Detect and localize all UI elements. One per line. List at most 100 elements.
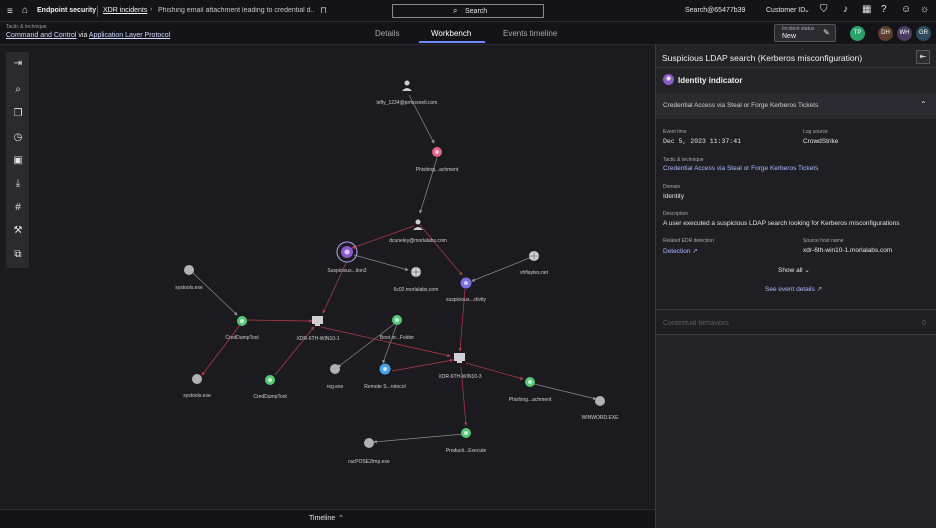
node-reg-exe[interactable]: reg.exe — [327, 364, 344, 390]
node-suspicious-selected[interactable]: Suspicious...tion3 — [327, 241, 367, 274]
incident-status-select[interactable]: Incident status New ✎ — [774, 24, 836, 42]
timeline-bar[interactable]: Timeline ⌃ — [0, 509, 655, 528]
chevron-down-icon[interactable]: ⌄ — [804, 6, 810, 14]
search-button[interactable]: ⌕ Search — [392, 4, 544, 18]
contextual-behaviors-section[interactable]: Contextual behaviors 0 — [656, 309, 936, 335]
domain-value: Identity — [663, 193, 684, 200]
node-domain-vhflaytes[interactable]: vhflaytes.net — [520, 251, 549, 276]
image-icon[interactable]: ▣ — [11, 154, 25, 168]
divider — [97, 5, 98, 17]
node-phishing-attachment-green[interactable]: Phishing...achment — [509, 377, 552, 403]
svg-text:Boot or...Folder: Boot or...Folder — [380, 335, 415, 341]
indicator-title: Identity indicator — [678, 76, 743, 85]
node-host-win10-3[interactable]: XDR-6TH-WIN10-3 — [438, 353, 482, 380]
svg-text:reg.exe: reg.exe — [327, 384, 344, 390]
section-header[interactable]: Credential Access via Steal or Forge Ker… — [656, 93, 936, 119]
event-time-label: Event time — [663, 129, 687, 135]
theme-icon[interactable]: ☼ — [920, 4, 929, 15]
detection-text: Detection — [663, 248, 691, 255]
avatar[interactable]: WH — [897, 26, 912, 41]
section-body: Event time Dec 5, 2023 11:37:41 Log sour… — [656, 119, 936, 309]
details-panel: Suspicious LDAP search (Kerberos misconf… — [655, 45, 936, 528]
svg-text:racPOSE2tmp.exe: racPOSE2tmp.exe — [348, 459, 390, 465]
show-all-button[interactable]: Show all ⌄ — [778, 266, 810, 274]
avatar[interactable]: DH — [878, 26, 893, 41]
tab-events-timeline[interactable]: Events timeline — [503, 29, 557, 38]
node-remote-protocol[interactable]: Remote S...rotocol — [364, 363, 406, 391]
tools-icon[interactable]: ⚒ — [11, 224, 25, 238]
external-link-icon: ↗ — [692, 248, 698, 255]
tactic-link[interactable]: Command and Control — [6, 32, 76, 39]
node-racpose[interactable]: racPOSE2tmp.exe — [348, 438, 390, 465]
svg-text:Phishing...achment: Phishing...achment — [416, 167, 459, 173]
export-icon[interactable]: ⧉ — [11, 248, 25, 262]
edit-icon[interactable]: ✎ — [823, 28, 830, 37]
panel-toggle-icon[interactable]: ⇥ — [11, 57, 25, 71]
chevron-up-icon[interactable]: ⌃ — [920, 100, 927, 109]
identity-indicator-icon: ◉ — [663, 74, 674, 85]
svg-text:lefty_1234@prmosnetl.com: lefty_1234@prmosnetl.com — [377, 100, 438, 106]
user-name[interactable]: Search@65477b39 — [685, 7, 745, 14]
node-phishing-attachment-pink[interactable]: Phishing...achment — [416, 147, 459, 173]
breadcrumb-xdr-incidents[interactable]: XDR incidents — [103, 7, 147, 14]
search-icon[interactable]: ⌕ — [11, 83, 25, 97]
svg-text:Remote S...rotocol: Remote S...rotocol — [364, 384, 405, 390]
node-creddump-1[interactable]: CredDumpTool — [225, 316, 259, 341]
tab-details[interactable]: Details — [375, 29, 399, 38]
svg-text:Phishing...achment: Phishing...achment — [509, 397, 552, 403]
grid-icon[interactable]: # — [11, 201, 25, 215]
timeline-label[interactable]: Timeline — [309, 515, 335, 522]
top-bar: ≡ ⌂ Endpoint security XDR incidents › Ph… — [0, 0, 936, 22]
node-boot-folder[interactable]: Boot or...Folder — [380, 315, 415, 341]
status-value: New — [782, 33, 797, 40]
svg-text:CredDumpTool: CredDumpTool — [225, 335, 258, 341]
description-label: Description — [663, 211, 689, 217]
tab-workbench[interactable]: Workbench — [431, 29, 471, 38]
node-user-lefty[interactable]: lefty_1234@prmosnetl.com — [377, 80, 438, 107]
node-productivity-execute[interactable]: Producti...Execute — [446, 428, 487, 454]
graph-edges-red — [201, 224, 524, 426]
avatar[interactable]: TP — [850, 26, 865, 41]
tactic-technique-link[interactable]: Credential Access via Steal or Forge Ker… — [663, 165, 818, 172]
bell-icon[interactable]: ♪ — [843, 4, 848, 15]
source-host-value: xdr-6th-win10-1.morlalabs.com — [803, 247, 893, 254]
copy-icon[interactable]: ❐ — [11, 107, 25, 121]
svg-text:6c02.morlalabs.com: 6c02.morlalabs.com — [394, 287, 439, 293]
related-detection-link[interactable]: Detection ↗ — [663, 247, 698, 255]
hamburger-menu-icon[interactable]: ≡ — [7, 6, 13, 17]
customer-id-select[interactable]: Customer ID — [766, 7, 805, 14]
bookmark-icon[interactable]: ⊓ — [320, 5, 327, 16]
canvas-toolbar: ⇥ ⌕ ❐ ◷ ▣ ⤓ # ⚒ ⧉ — [6, 52, 29, 268]
breadcrumb-incident-title: Phishing email attachment leading to cre… — [158, 7, 314, 14]
node-suspicious-activity[interactable]: suspicious...ctivity — [446, 277, 487, 304]
domain-label: Domain — [663, 184, 681, 190]
download-icon[interactable]: ⤓ — [11, 177, 25, 191]
svg-text:Suspicious...tion3: Suspicious...tion3 — [327, 268, 366, 274]
history-icon[interactable]: ◷ — [11, 131, 25, 145]
node-creddump-2[interactable]: CredDumpTool — [253, 375, 287, 400]
node-systools-2[interactable]: systools.exe — [183, 374, 211, 399]
chevron-up-icon[interactable]: ⌃ — [338, 514, 344, 522]
avatar[interactable]: GR — [916, 26, 931, 41]
incident-graph[interactable]: lefty_1234@prmosnetl.com Phishing...achm… — [0, 45, 655, 509]
status-label: Incident status — [782, 26, 815, 32]
svg-text:systools.exe: systools.exe — [175, 285, 203, 291]
technique-link[interactable]: Application Layer Protocol — [89, 32, 170, 39]
apps-icon[interactable]: ▦ — [862, 4, 871, 15]
help-icon[interactable]: ? — [881, 4, 887, 15]
svg-text:dcuneley@morlalabs.com: dcuneley@morlalabs.com — [389, 238, 447, 244]
node-host-win10-1[interactable]: XDR-6TH-WIN10-1 — [296, 316, 340, 342]
svg-text:XDR-6TH-WIN10-1: XDR-6TH-WIN10-1 — [296, 336, 339, 342]
user-icon[interactable]: ☺ — [901, 4, 911, 15]
section-title: Credential Access via Steal or Forge Ker… — [663, 102, 819, 109]
tactic-technique: Command and Control via Application Laye… — [6, 32, 170, 39]
show-all-label: Show all — [778, 267, 803, 274]
node-winword[interactable]: WINWORD.EXE — [582, 396, 620, 421]
svg-text:CredDumpTool: CredDumpTool — [253, 394, 286, 400]
source-host-label: Source host name — [803, 238, 844, 244]
node-domain-6c02[interactable]: 6c02.morlalabs.com — [394, 267, 439, 293]
see-event-label: See event details — [765, 286, 815, 293]
collapse-panel-icon[interactable]: ⇤ — [916, 50, 930, 64]
see-event-details-link[interactable]: See event details ↗ — [765, 285, 822, 293]
shield-icon[interactable]: ⛉ — [820, 4, 828, 15]
